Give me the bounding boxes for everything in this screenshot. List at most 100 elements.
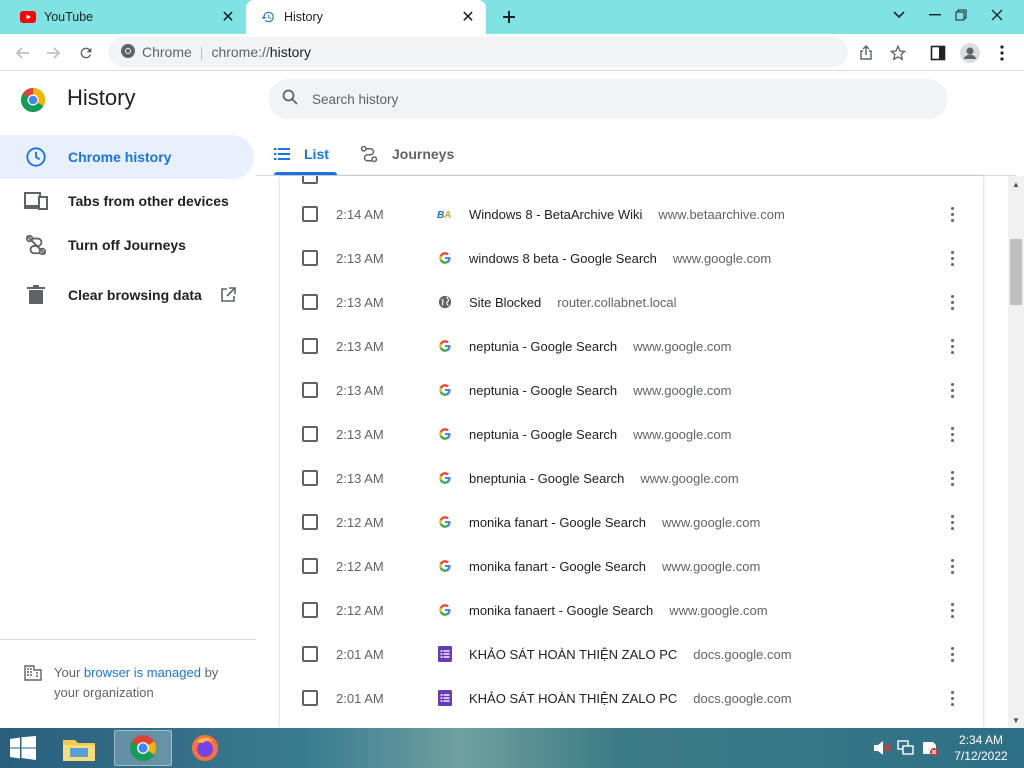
page-title-link[interactable]: neptunia - Google Search: [469, 427, 617, 442]
more-actions-icon[interactable]: [946, 424, 958, 444]
row-checkbox[interactable]: [302, 382, 318, 398]
profile-avatar-icon[interactable]: [956, 39, 984, 67]
tab-journeys[interactable]: Journeys: [360, 133, 454, 175]
more-actions-icon[interactable]: [946, 292, 958, 312]
page-title-link[interactable]: KHẢO SÁT HOÀN THIỆN ZALO PC: [469, 647, 677, 662]
close-tab-icon[interactable]: ✕: [458, 7, 478, 27]
table-row[interactable]: 2:01 AM KHẢO SÁT HOÀN THIỆN ZALO PC docs.g…: [280, 676, 983, 720]
restore-icon[interactable]: [944, 0, 978, 30]
trash-icon: [24, 283, 48, 307]
row-checkbox[interactable]: [302, 294, 318, 310]
back-icon[interactable]: [8, 39, 36, 67]
row-checkbox[interactable]: [302, 646, 318, 662]
row-checkbox[interactable]: [302, 426, 318, 442]
more-actions-icon[interactable]: [946, 512, 958, 532]
sidebar-item-label: Tabs from other devices: [68, 193, 229, 209]
page-title-link[interactable]: neptunia - Google Search: [469, 383, 617, 398]
row-checkbox[interactable]: [302, 176, 318, 184]
address-bar[interactable]: Chrome | chrome://history: [108, 37, 848, 67]
tab-list[interactable]: List: [274, 133, 337, 175]
domain-text: www.google.com: [640, 470, 739, 486]
row-checkbox[interactable]: [302, 470, 318, 486]
history-list: 2:14 AM B A Windows 8 - BetaArchive Wiki www…: [280, 176, 983, 728]
page-title-link[interactable]: neptunia - Google Search: [469, 339, 617, 354]
page-title-link[interactable]: bneptunia - Google Search: [469, 471, 624, 486]
more-actions-icon[interactable]: [946, 380, 958, 400]
more-actions-icon[interactable]: [946, 204, 958, 224]
table-row[interactable]: 2:13 AM neptunia - Google Search www.googl…: [280, 324, 983, 368]
sidebar-item-tabs-other-devices[interactable]: Tabs from other devices: [0, 179, 254, 223]
table-row[interactable]: 2:13 AM neptunia - Google Search www.googl…: [280, 412, 983, 456]
search-history-input[interactable]: [312, 91, 912, 107]
more-actions-icon[interactable]: [946, 468, 958, 488]
domain-text: docs.google.com: [693, 646, 792, 662]
globe-icon: [437, 294, 453, 310]
file-explorer-icon[interactable]: [50, 730, 108, 766]
more-actions-icon[interactable]: [946, 556, 958, 576]
table-row[interactable]: 2:13 AM neptunia - Google Search www.googl…: [280, 368, 983, 412]
volume-muted-icon[interactable]: [872, 728, 892, 768]
table-row[interactable]: 2:12 AM monika fanart - Google Search www.…: [280, 500, 983, 544]
row-checkbox[interactable]: [302, 690, 318, 706]
tab-label: Journeys: [392, 146, 455, 162]
row-checkbox[interactable]: [302, 602, 318, 618]
sidebar-item-turn-off-journeys[interactable]: Turn off Journeys: [0, 223, 254, 267]
domain-text: www.google.com: [662, 514, 761, 530]
table-row[interactable]: 2:01 AM KHẢO SÁT HOÀN THIỆN ZALO PC docs.g…: [280, 632, 983, 676]
bookmark-star-icon[interactable]: [884, 39, 912, 67]
new-tab-button[interactable]: [496, 5, 522, 29]
more-actions-icon[interactable]: [946, 600, 958, 620]
url-scheme: chrome://: [211, 44, 270, 60]
tab-label: List: [304, 146, 329, 162]
scroll-down-icon[interactable]: ▼: [1008, 712, 1024, 728]
action-center-icon[interactable]: [920, 728, 940, 768]
chrome-taskbar-icon[interactable]: [114, 730, 172, 766]
youtube-icon: [20, 9, 36, 25]
more-actions-icon[interactable]: [946, 248, 958, 268]
firefox-icon[interactable]: [176, 730, 234, 766]
page-title-link[interactable]: monika fanaert - Google Search: [469, 603, 653, 618]
page-title-link[interactable]: monika fanart - Google Search: [469, 559, 646, 574]
scroll-up-icon[interactable]: ▲: [1008, 176, 1024, 192]
scrollbar-thumb[interactable]: [1010, 239, 1022, 305]
start-button-icon[interactable]: [6, 734, 40, 762]
table-row[interactable]: 2:13 AM windows 8 beta - Google Search www…: [280, 236, 983, 280]
table-row[interactable]: 2:13 AM bneptunia - Google Search www.goog…: [280, 456, 983, 500]
row-checkbox[interactable]: [302, 514, 318, 530]
tab-youtube[interactable]: YouTube ✕: [0, 0, 246, 34]
tab-search-icon[interactable]: [882, 0, 916, 30]
table-row[interactable]: 2:14 AM B A Windows 8 - BetaArchive Wiki www…: [280, 192, 983, 236]
sidebar-item-chrome-history[interactable]: Chrome history: [0, 135, 254, 179]
managed-link[interactable]: browser is managed: [84, 665, 201, 680]
page-title-link[interactable]: windows 8 beta - Google Search: [469, 251, 657, 266]
row-checkbox[interactable]: [302, 338, 318, 354]
side-panel-icon[interactable]: [924, 39, 952, 67]
visit-time: 2:12 AM: [336, 602, 384, 618]
forward-icon[interactable]: [40, 39, 68, 67]
table-row[interactable]: 2:13 AM Site Blocked router.collabnet.loca…: [280, 280, 983, 324]
close-tab-icon[interactable]: ✕: [218, 7, 238, 27]
network-icon[interactable]: [896, 728, 916, 768]
more-actions-icon[interactable]: [946, 336, 958, 356]
reload-icon[interactable]: [72, 39, 100, 67]
row-checkbox[interactable]: [302, 250, 318, 266]
tab-history[interactable]: History ✕: [246, 0, 486, 34]
search-bar[interactable]: [268, 79, 948, 119]
sidebar-item-clear-browsing-data[interactable]: Clear browsing data: [0, 273, 254, 317]
more-actions-icon[interactable]: [946, 688, 958, 708]
menu-kebab-icon[interactable]: [988, 39, 1016, 67]
page-title-link[interactable]: KHẢO SÁT HOÀN THIỆN ZALO PC: [469, 691, 677, 706]
system-clock[interactable]: 2:34 AM 7/12/2022: [946, 732, 1016, 764]
page-title-link[interactable]: Site Blocked: [469, 295, 541, 310]
more-actions-icon[interactable]: [946, 644, 958, 664]
visit-time: 2:13 AM: [336, 294, 384, 310]
visit-time: 2:13 AM: [336, 338, 384, 354]
table-row[interactable]: 2:12 AM monika fanaert - Google Search www…: [280, 588, 983, 632]
table-row[interactable]: 2:12 AM monika fanart - Google Search www.…: [280, 544, 983, 588]
page-title-link[interactable]: Windows 8 - BetaArchive Wiki: [469, 207, 642, 222]
share-icon[interactable]: [852, 39, 880, 67]
close-window-icon[interactable]: [980, 0, 1014, 30]
row-checkbox[interactable]: [302, 558, 318, 574]
row-checkbox[interactable]: [302, 206, 318, 222]
page-title-link[interactable]: monika fanart - Google Search: [469, 515, 646, 530]
